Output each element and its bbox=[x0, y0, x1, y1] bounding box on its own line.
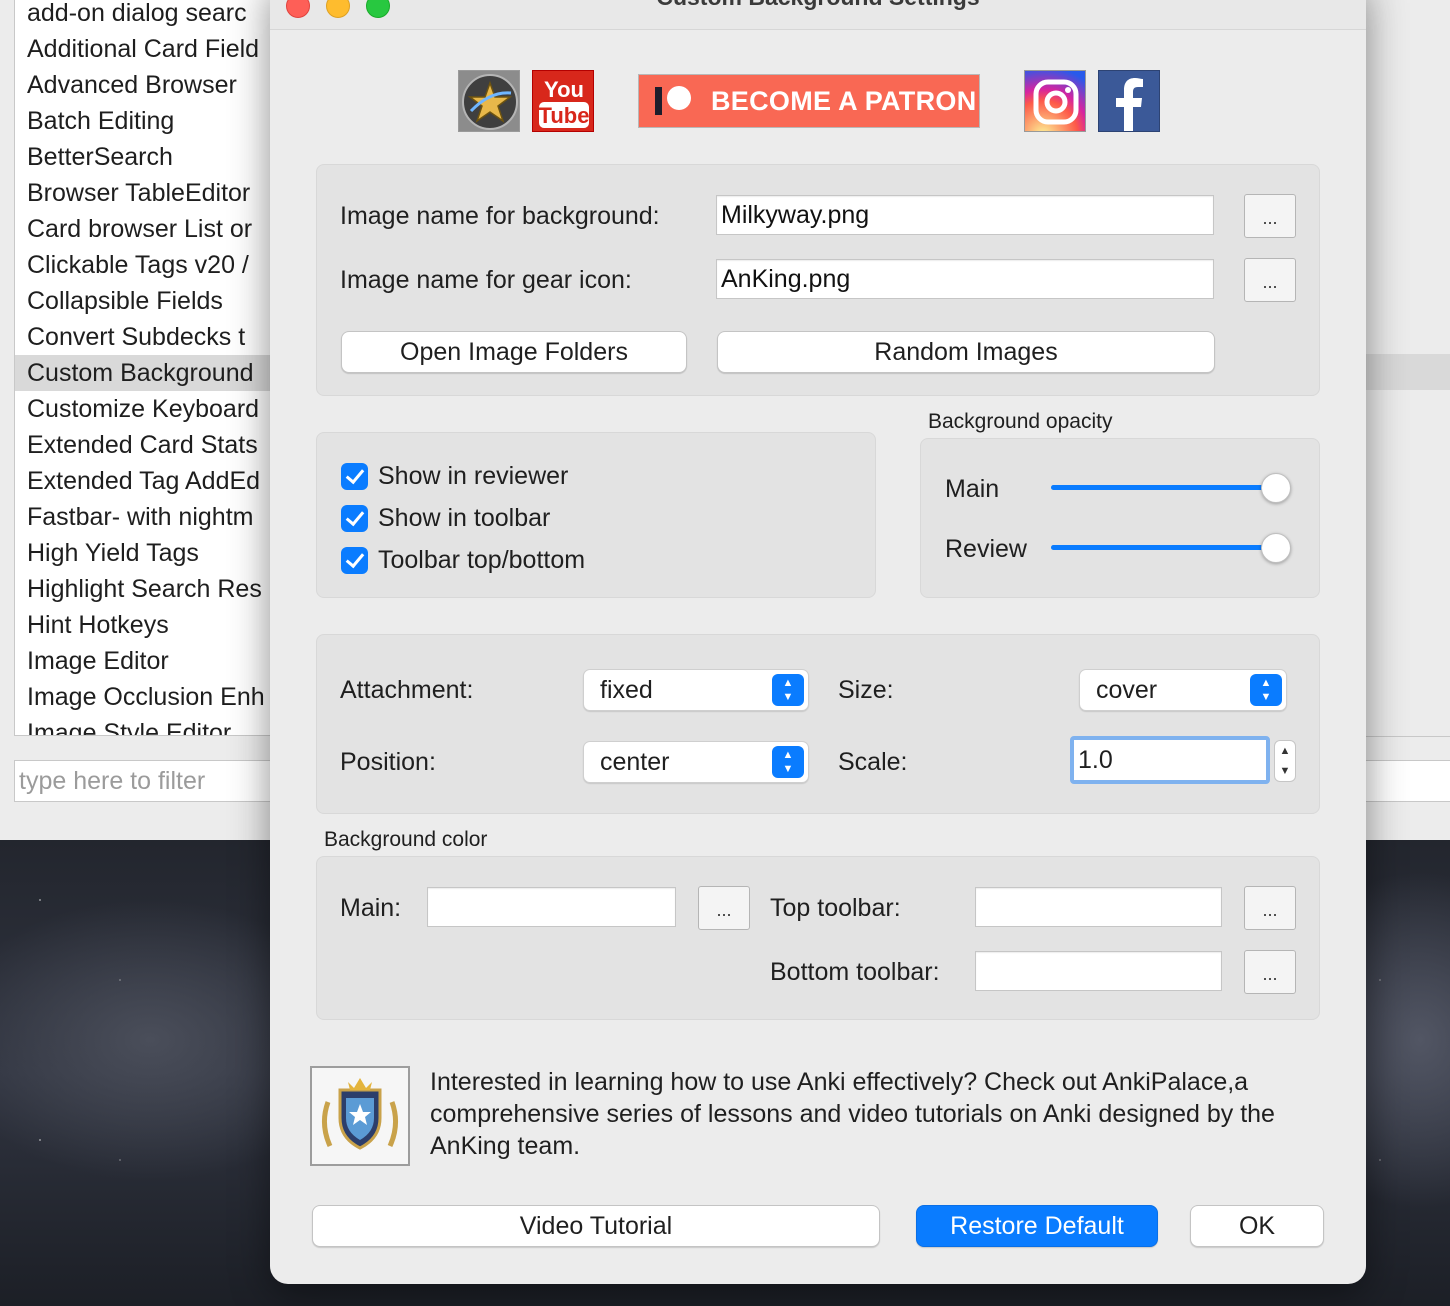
svg-text:You: You bbox=[544, 77, 584, 102]
background-opacity-title: Background opacity bbox=[928, 410, 1113, 433]
addon-list-item[interactable]: Fastbar- with nightm bbox=[15, 499, 313, 535]
size-value: cover bbox=[1096, 676, 1158, 704]
toolbar-top-bottom-label: Toolbar top/bottom bbox=[378, 545, 586, 574]
addon-list-item[interactable]: Extended Card Stats bbox=[15, 427, 313, 463]
instagram-icon[interactable] bbox=[1024, 70, 1086, 132]
addon-list-item[interactable]: Custom Background bbox=[15, 355, 313, 391]
color-main-input[interactable] bbox=[427, 887, 676, 927]
attachment-value: fixed bbox=[600, 676, 653, 704]
chevron-up-down-icon: ▲ ▼ bbox=[1250, 674, 1282, 706]
opacity-main-slider[interactable] bbox=[1051, 473, 1291, 503]
addon-list-item[interactable]: Additional Card Field bbox=[15, 31, 313, 67]
attachment-select[interactable]: fixed ▲ ▼ bbox=[583, 669, 809, 711]
anki-star-icon[interactable] bbox=[458, 70, 520, 132]
position-label: Position: bbox=[340, 748, 436, 776]
addon-list-item[interactable]: Extended Tag AddEd bbox=[15, 463, 313, 499]
top-toolbar-color-label: Top toolbar: bbox=[770, 894, 901, 922]
background-image-input[interactable]: Milkyway.png bbox=[716, 195, 1214, 235]
open-image-folders-button[interactable]: Open Image Folders bbox=[341, 331, 687, 373]
gear-icon-image-input[interactable]: AnKing.png bbox=[716, 259, 1214, 299]
addon-list-item[interactable]: Hint Hotkeys bbox=[15, 607, 313, 643]
bottom-toolbar-color-label: Bottom toolbar: bbox=[770, 958, 940, 986]
size-select[interactable]: cover ▲ ▼ bbox=[1079, 669, 1287, 711]
position-select[interactable]: center ▲ ▼ bbox=[583, 741, 809, 783]
patreon-icon bbox=[651, 75, 699, 127]
ok-button[interactable]: OK bbox=[1190, 1205, 1324, 1247]
background-color-title: Background color bbox=[324, 828, 488, 851]
size-label: Size: bbox=[838, 676, 894, 704]
chevron-up-down-icon: ▲ ▼ bbox=[772, 746, 804, 778]
show-in-toolbar-checkbox[interactable]: Show in toolbar bbox=[341, 503, 550, 533]
list-divider bbox=[1366, 736, 1450, 737]
background-image-label: Image name for background: bbox=[340, 202, 660, 230]
top-toolbar-color-input[interactable] bbox=[975, 887, 1222, 927]
show-in-reviewer-checkbox[interactable]: Show in reviewer bbox=[341, 461, 568, 491]
bottom-toolbar-color-picker-button[interactable]: ... bbox=[1244, 950, 1296, 994]
facebook-icon[interactable] bbox=[1098, 70, 1160, 132]
filter-input[interactable]: type here to filter bbox=[14, 760, 314, 802]
addon-list-item[interactable]: Batch Editing bbox=[15, 103, 313, 139]
attachment-label: Attachment: bbox=[340, 676, 474, 704]
patron-label: BECOME A PATRON bbox=[711, 85, 977, 116]
become-a-patron-button[interactable]: BECOME A PATRON bbox=[638, 74, 980, 128]
addon-list-item[interactable]: add-on dialog searc bbox=[15, 0, 313, 31]
addon-list-item[interactable]: Highlight Search Res bbox=[15, 571, 313, 607]
background-opacity-panel: Main Review bbox=[920, 438, 1320, 598]
checkbox-checked-icon bbox=[341, 546, 368, 574]
title-bar: Custom Background Settings bbox=[270, 0, 1366, 30]
addon-list-item[interactable]: Collapsible Fields bbox=[15, 283, 313, 319]
addon-list-item[interactable]: Advanced Browser bbox=[15, 67, 313, 103]
ankipalace-promo-text: Interested in learning how to use Anki e… bbox=[430, 1068, 1275, 1160]
custom-background-dialog: Custom Background Settings You Tube BECO… bbox=[270, 0, 1366, 1284]
video-tutorial-button[interactable]: Video Tutorial bbox=[312, 1205, 880, 1247]
bottom-toolbar-color-input[interactable] bbox=[975, 951, 1222, 991]
scale-stepper[interactable]: ▲ ▼ bbox=[1274, 740, 1296, 782]
show-in-toolbar-label: Show in toolbar bbox=[378, 503, 551, 532]
restore-default-button[interactable]: Restore Default bbox=[916, 1205, 1158, 1247]
opacity-main-label: Main bbox=[945, 475, 1000, 503]
addon-list-item[interactable]: Convert Subdecks t bbox=[15, 319, 313, 355]
addon-list-item[interactable]: BetterSearch bbox=[15, 139, 313, 175]
addon-list-item[interactable]: Clickable Tags v20 / bbox=[15, 247, 313, 283]
addon-list-item[interactable]: Image Occlusion Enh bbox=[15, 679, 313, 715]
checkbox-checked-icon bbox=[341, 462, 368, 490]
top-toolbar-color-picker-button[interactable]: ... bbox=[1244, 886, 1296, 930]
selection-highlight bbox=[1366, 354, 1450, 390]
slider-handle[interactable] bbox=[1261, 533, 1291, 563]
layout-panel bbox=[316, 634, 1320, 814]
gear-icon-image-label: Image name for gear icon: bbox=[340, 266, 632, 294]
toolbar-top-bottom-checkbox[interactable]: Toolbar top/bottom bbox=[341, 545, 585, 575]
random-images-button[interactable]: Random Images bbox=[717, 331, 1215, 373]
addon-list-item[interactable]: Browser TableEditor bbox=[15, 175, 313, 211]
addon-list-item[interactable]: Image Style Editor bbox=[15, 715, 313, 735]
svg-text:Tube: Tube bbox=[539, 103, 590, 128]
opacity-review-slider[interactable] bbox=[1051, 533, 1291, 563]
addon-list-item[interactable]: Customize Keyboard bbox=[15, 391, 313, 427]
scale-label: Scale: bbox=[838, 748, 908, 776]
position-value: center bbox=[600, 748, 670, 776]
opacity-review-label: Review bbox=[945, 535, 1027, 563]
scale-input[interactable]: 1.0 bbox=[1070, 736, 1270, 784]
color-main-picker-button[interactable]: ... bbox=[698, 886, 750, 930]
addon-list-item[interactable]: Card browser List or bbox=[15, 211, 313, 247]
window-title: Custom Background Settings bbox=[270, 0, 1366, 11]
show-in-reviewer-label: Show in reviewer bbox=[378, 461, 569, 490]
display-options-panel: Show in reviewer Show in toolbar Toolbar… bbox=[316, 432, 876, 598]
background-color-panel bbox=[316, 856, 1320, 1020]
slider-handle[interactable] bbox=[1261, 473, 1291, 503]
youtube-icon[interactable]: You Tube bbox=[532, 70, 594, 132]
browse-background-image-button[interactable]: ... bbox=[1244, 194, 1296, 238]
filter-input-right-edge bbox=[1366, 760, 1450, 802]
addon-list[interactable]: add-on dialog searc Additional Card Field… bbox=[14, 0, 314, 736]
addon-list-item[interactable]: Image Editor bbox=[15, 643, 313, 679]
checkbox-checked-icon bbox=[341, 504, 368, 532]
chevron-up-down-icon: ▲ ▼ bbox=[772, 674, 804, 706]
addon-list-item[interactable]: High Yield Tags bbox=[15, 535, 313, 571]
ankipalace-shield-icon[interactable] bbox=[310, 1066, 410, 1166]
browse-gear-icon-button[interactable]: ... bbox=[1244, 258, 1296, 302]
color-main-label: Main: bbox=[340, 894, 402, 922]
